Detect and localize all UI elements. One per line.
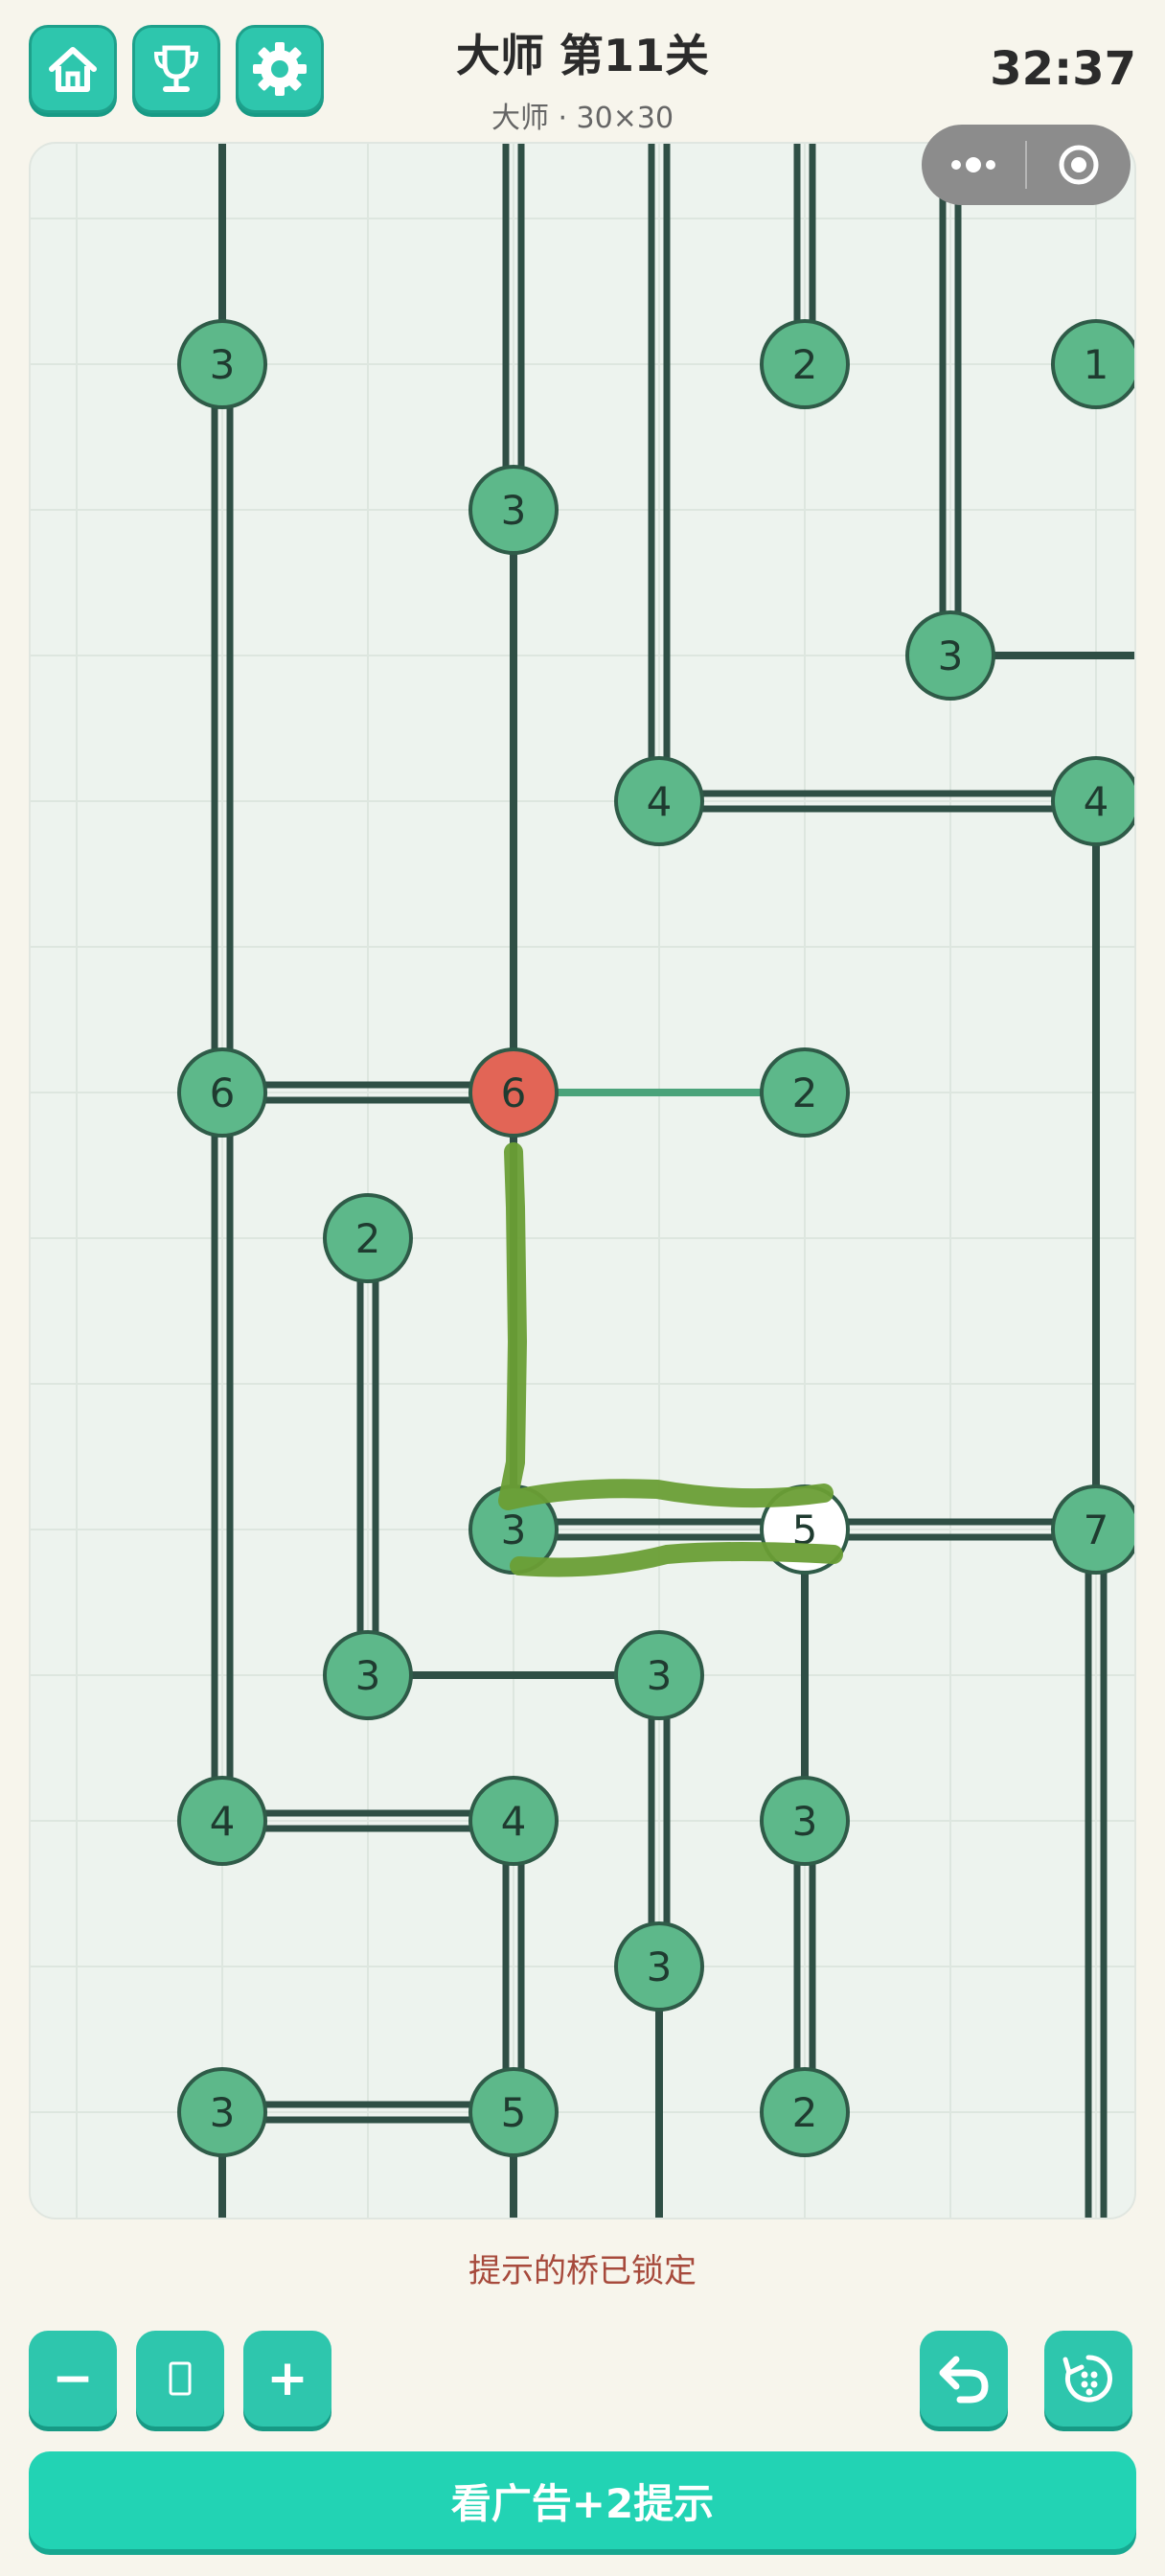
hint-status-text: 提示的桥已锁定 xyxy=(468,2252,697,2290)
island-number: 4 xyxy=(1084,778,1109,825)
island[interactable]: 4 xyxy=(177,1776,267,1866)
island[interactable]: 3 xyxy=(468,465,559,555)
watch-ad-hint-button[interactable]: 看广告+2提示 xyxy=(29,2451,1136,2549)
miniprogram-capsule xyxy=(922,125,1131,205)
board-grid xyxy=(31,144,1134,2218)
island[interactable]: 3 xyxy=(614,1630,704,1720)
island-number: 3 xyxy=(647,1944,673,1990)
island-number: 5 xyxy=(501,2089,527,2136)
island-number: 2 xyxy=(792,341,818,388)
close-miniprogram-button[interactable] xyxy=(1027,125,1131,205)
island[interactable]: 3 xyxy=(905,610,995,701)
island-number: 2 xyxy=(792,1070,818,1116)
zoom-in-button[interactable]: + xyxy=(243,2331,331,2426)
scribble-overlay xyxy=(498,1142,843,1577)
island-number: 4 xyxy=(501,1798,527,1845)
island[interactable]: 4 xyxy=(614,756,704,846)
plus-icon: + xyxy=(266,2350,308,2407)
island-number: 2 xyxy=(792,2089,818,2136)
island[interactable]: 4 xyxy=(468,1776,559,1866)
island-number: 6 xyxy=(210,1070,236,1116)
island[interactable]: 2 xyxy=(760,1047,850,1138)
island[interactable]: 1 xyxy=(1051,319,1136,409)
island[interactable]: 3 xyxy=(760,1776,850,1866)
island[interactable]: 3 xyxy=(323,1630,413,1720)
scribble-stroke xyxy=(498,1142,834,1510)
undo-icon xyxy=(939,2356,989,2404)
puzzle-canvas[interactable]: 3 2 1334 46 6 223 5 73 34 4 333 5 2 xyxy=(29,142,1136,2220)
island[interactable]: 4 xyxy=(1051,756,1136,846)
zoom-reset-button[interactable] xyxy=(136,2331,224,2426)
island[interactable]: 6 xyxy=(177,1047,267,1138)
minus-icon: − xyxy=(52,2350,94,2407)
undo-button[interactable] xyxy=(920,2331,1008,2426)
island-number: 1 xyxy=(1084,341,1109,388)
zoom-out-button[interactable]: − xyxy=(29,2331,117,2426)
timer: 32:37 xyxy=(990,42,1136,96)
island[interactable]: 7 xyxy=(1051,1484,1136,1575)
island-number: 3 xyxy=(792,1798,818,1845)
island[interactable]: 3 xyxy=(177,319,267,409)
island-number: 3 xyxy=(210,341,236,388)
zoom-reset-icon xyxy=(169,2361,192,2396)
bridges xyxy=(211,144,1134,2218)
island-number: 3 xyxy=(501,487,527,534)
top-bar: 大师 第11关 大师 · 30×30 32:37 xyxy=(0,0,1165,135)
island-number: 2 xyxy=(355,1215,381,1262)
puzzle-board[interactable]: 32133446622357334433352 xyxy=(29,142,1136,2220)
target-icon xyxy=(1059,145,1099,185)
more-button[interactable] xyxy=(922,125,1025,205)
island-number: 7 xyxy=(1084,1506,1109,1553)
island-number: 6 xyxy=(501,1070,527,1116)
island-number: 3 xyxy=(938,632,964,679)
island[interactable]: 3 xyxy=(177,2067,267,2157)
island-number: 3 xyxy=(501,1506,527,1553)
island[interactable]: 2 xyxy=(760,2067,850,2157)
island-number: 4 xyxy=(647,778,673,825)
island-number: 3 xyxy=(355,1652,381,1699)
island[interactable]: 5 xyxy=(468,2067,559,2157)
island-number: 4 xyxy=(210,1798,236,1845)
island[interactable]: 2 xyxy=(760,319,850,409)
island-number: 3 xyxy=(647,1652,673,1699)
island[interactable]: 6 xyxy=(468,1047,559,1138)
restart-icon xyxy=(1062,2355,1112,2403)
island[interactable]: 2 xyxy=(323,1193,413,1283)
island[interactable]: 3 xyxy=(614,1921,704,2012)
more-dots-icon xyxy=(951,157,995,172)
island-number: 3 xyxy=(210,2089,236,2136)
restart-button[interactable] xyxy=(1044,2331,1132,2426)
